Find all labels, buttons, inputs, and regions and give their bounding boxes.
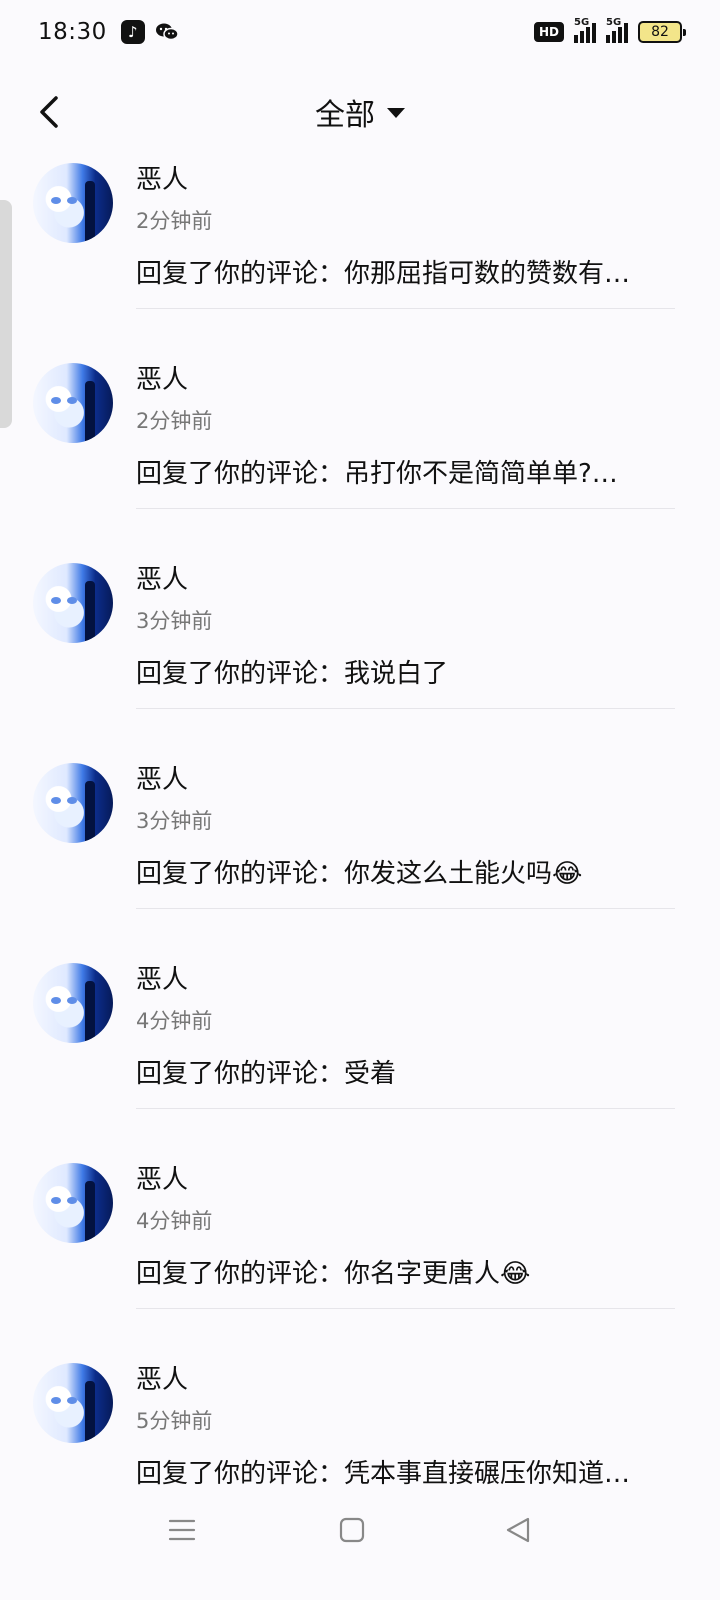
filter-dropdown[interactable]: 全部 bbox=[315, 90, 405, 134]
divider bbox=[136, 1308, 675, 1309]
battery-level: 82 bbox=[651, 24, 669, 40]
comment-text[interactable]: 回复了你的评论：你那屈指可数的赞数有… bbox=[136, 253, 630, 290]
divider bbox=[136, 308, 675, 309]
home-button[interactable] bbox=[332, 1510, 372, 1550]
menu-icon bbox=[168, 1519, 196, 1541]
signal-icon-2: 5G bbox=[606, 17, 628, 43]
timestamp: 4分钟前 bbox=[136, 1009, 213, 1033]
battery-icon: 82 bbox=[638, 21, 686, 43]
timestamp: 3分钟前 bbox=[136, 609, 213, 633]
list-item[interactable]: 恶人 3分钟前 回复了你的评论：我说白了 bbox=[0, 555, 720, 755]
wechat-icon bbox=[155, 20, 179, 44]
header: 全部 bbox=[0, 80, 720, 144]
list-item[interactable]: 恶人 2分钟前 回复了你的评论：你那屈指可数的赞数有… bbox=[0, 155, 720, 355]
hd-voice-icon: HD bbox=[533, 22, 564, 42]
list-item[interactable]: 恶人 4分钟前 回复了你的评论：你名字更唐人😂 bbox=[0, 1155, 720, 1355]
home-square-icon bbox=[339, 1517, 365, 1543]
signal-icon-1: 5G bbox=[574, 17, 596, 43]
list-item[interactable]: 恶人 2分钟前 回复了你的评论：吊打你不是简简单单?… bbox=[0, 355, 720, 555]
comment-text[interactable]: 回复了你的评论：你发这么土能火吗😂 bbox=[136, 853, 582, 890]
avatar[interactable] bbox=[33, 963, 113, 1043]
back-arrow-icon bbox=[40, 96, 58, 128]
comment-text[interactable]: 回复了你的评论：受着 bbox=[136, 1053, 396, 1090]
page-title: 全部 bbox=[315, 98, 375, 133]
divider bbox=[136, 708, 675, 709]
timestamp: 4分钟前 bbox=[136, 1209, 213, 1233]
back-triangle-icon bbox=[506, 1517, 530, 1543]
avatar[interactable] bbox=[33, 1163, 113, 1243]
divider bbox=[136, 908, 675, 909]
status-time: 18:30 bbox=[38, 19, 107, 45]
avatar[interactable] bbox=[33, 163, 113, 243]
user-name[interactable]: 恶人 bbox=[136, 159, 188, 196]
timestamp: 3分钟前 bbox=[136, 809, 213, 833]
avatar[interactable] bbox=[33, 1363, 113, 1443]
status-app-icons: ♪ bbox=[120, 20, 179, 44]
divider bbox=[136, 508, 675, 509]
list-item[interactable]: 恶人 3分钟前 回复了你的评论：你发这么土能火吗😂 bbox=[0, 755, 720, 955]
user-name[interactable]: 恶人 bbox=[136, 359, 188, 396]
timestamp: 2分钟前 bbox=[136, 409, 213, 433]
status-bar: 18:30 ♪ HD 5G 5G 82 bbox=[0, 0, 720, 64]
comment-list: 恶人 2分钟前 回复了你的评论：你那屈指可数的赞数有… 恶人 2分钟前 回复了你… bbox=[0, 155, 720, 1555]
user-name[interactable]: 恶人 bbox=[136, 759, 188, 796]
divider bbox=[136, 1108, 675, 1109]
comment-text[interactable]: 回复了你的评论：我说白了 bbox=[136, 653, 448, 690]
caret-down-icon bbox=[387, 108, 405, 118]
user-name[interactable]: 恶人 bbox=[136, 1159, 188, 1196]
comment-text[interactable]: 回复了你的评论：吊打你不是简简单单?… bbox=[136, 453, 618, 490]
comment-text[interactable]: 回复了你的评论：凭本事直接碾压你知道… bbox=[136, 1453, 630, 1490]
avatar[interactable] bbox=[33, 363, 113, 443]
user-name[interactable]: 恶人 bbox=[136, 1359, 188, 1396]
user-name[interactable]: 恶人 bbox=[136, 959, 188, 996]
back-button[interactable] bbox=[30, 90, 70, 134]
comment-text[interactable]: 回复了你的评论：你名字更唐人😂 bbox=[136, 1253, 530, 1290]
system-nav-bar bbox=[0, 1490, 720, 1570]
recent-apps-button[interactable] bbox=[162, 1510, 202, 1550]
avatar[interactable] bbox=[33, 563, 113, 643]
system-back-button[interactable] bbox=[498, 1510, 538, 1550]
avatar[interactable] bbox=[33, 763, 113, 843]
list-item[interactable]: 恶人 4分钟前 回复了你的评论：受着 bbox=[0, 955, 720, 1155]
status-indicators: HD 5G 5G 82 bbox=[533, 17, 686, 43]
tiktok-icon: ♪ bbox=[120, 20, 145, 44]
timestamp: 5分钟前 bbox=[136, 1409, 213, 1433]
timestamp: 2分钟前 bbox=[136, 209, 213, 233]
user-name[interactable]: 恶人 bbox=[136, 559, 188, 596]
